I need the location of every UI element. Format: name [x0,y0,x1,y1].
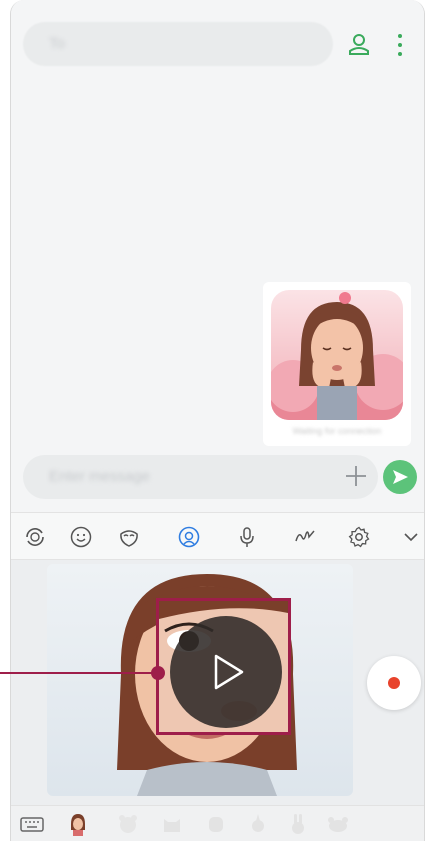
recipient-placeholder: To [49,35,65,52]
unicorn-emoji[interactable] [245,812,271,836]
play-icon [214,654,244,690]
dog-emoji[interactable] [325,812,351,836]
emoji-icon[interactable] [69,525,93,549]
recipient-bar: To [11,0,424,90]
send-button[interactable] [383,460,417,494]
callout-line [0,672,158,674]
handwriting-icon[interactable] [293,525,317,549]
plus-icon[interactable] [343,463,369,489]
ar-camera-icon[interactable] [177,525,201,549]
settings-icon[interactable] [347,525,371,549]
sticker-image [271,290,403,420]
sticker-caption: Waiting for connection [292,426,382,436]
message-placeholder: Enter message [49,468,150,485]
recipient-input[interactable]: To [23,22,333,66]
cat-emoji[interactable] [159,812,185,836]
ar-toolbar [11,512,424,560]
record-icon [388,677,400,689]
ar-emoji-icon[interactable] [23,525,47,549]
send-icon [393,470,408,484]
emoji-strip [11,805,424,841]
record-button[interactable] [367,656,421,710]
microphone-icon[interactable] [235,525,259,549]
rabbit-emoji[interactable] [285,812,311,836]
contact-icon[interactable] [347,32,371,56]
mask-icon[interactable] [117,525,141,549]
collapse-icon[interactable] [399,525,423,549]
avatar-emoji[interactable] [65,812,91,836]
message-input[interactable]: Enter message [23,455,378,499]
play-button[interactable] [170,616,282,728]
callout-dot [151,666,165,680]
keyboard-icon[interactable] [19,812,45,836]
bear-emoji[interactable] [115,812,141,836]
sent-ar-sticker[interactable]: Waiting for connection [263,282,411,446]
conversation-area: Waiting for connection [11,90,424,450]
face-emoji[interactable] [203,812,229,836]
more-options-icon[interactable] [395,32,405,58]
